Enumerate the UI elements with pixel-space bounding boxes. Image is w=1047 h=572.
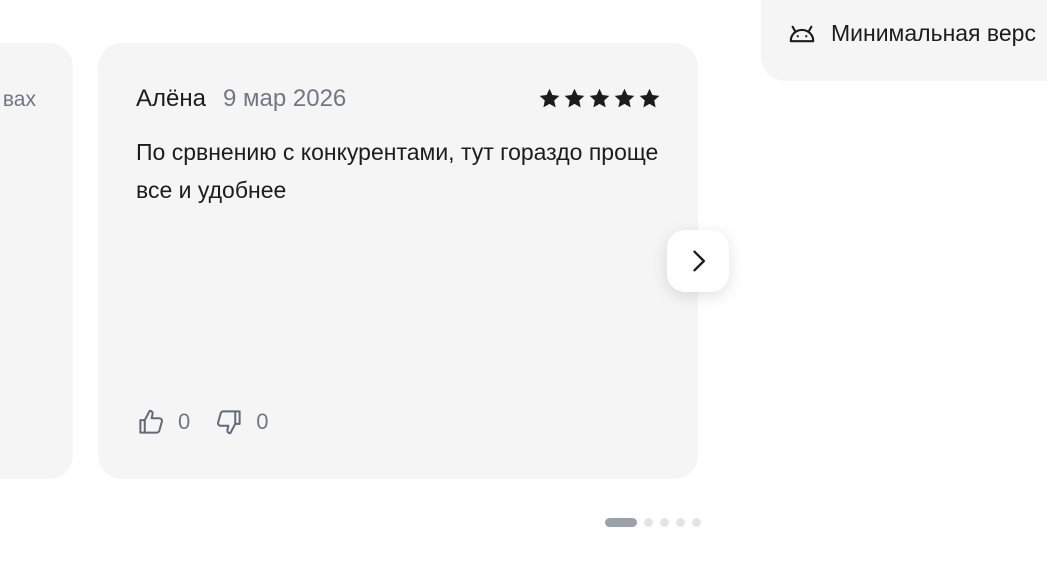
review-text: По срвнению с конкурентами, тут гораздо … xyxy=(136,139,659,203)
thumbs-up-icon xyxy=(139,409,163,434)
min-version-row: Минимальная верс xyxy=(787,18,1036,48)
review-text-fragment: вах xyxy=(2,88,36,111)
rating-stars xyxy=(538,87,661,110)
star-icon xyxy=(564,88,585,108)
like-button[interactable]: 0 xyxy=(136,407,190,437)
android-icon xyxy=(789,25,815,43)
like-count: 0 xyxy=(178,409,191,434)
star-icon xyxy=(539,88,560,108)
next-review-button[interactable] xyxy=(667,230,729,292)
carousel-pagination xyxy=(605,518,701,527)
chevron-right-icon xyxy=(693,250,705,272)
star-icon xyxy=(639,88,660,108)
dislike-button[interactable]: 0 xyxy=(214,407,269,437)
pagination-dot[interactable] xyxy=(692,518,701,527)
min-version-label: Минимальная верс xyxy=(831,19,1036,46)
thumbs-down-icon xyxy=(217,410,241,435)
star-icon xyxy=(589,88,610,108)
pagination-dot[interactable] xyxy=(660,518,669,527)
review-card-previous[interactable]: вах xyxy=(0,43,73,479)
review-author: Алёна xyxy=(136,85,206,112)
review-date: 9 мар 2026 xyxy=(223,85,347,112)
pagination-dot[interactable] xyxy=(676,518,685,527)
app-info-card: Минимальная верс xyxy=(761,0,1047,81)
dislike-count: 0 xyxy=(256,409,269,434)
reviews-section: вах Алёна 9 мар 2026 По срвнению с конку… xyxy=(0,0,1047,572)
review-card: Алёна 9 мар 2026 По срвнению с конкурент… xyxy=(98,43,698,479)
pagination-dot[interactable] xyxy=(644,518,653,527)
review-votes: 0 0 xyxy=(136,407,283,437)
pagination-dot[interactable] xyxy=(605,518,637,527)
star-icon xyxy=(614,88,635,108)
